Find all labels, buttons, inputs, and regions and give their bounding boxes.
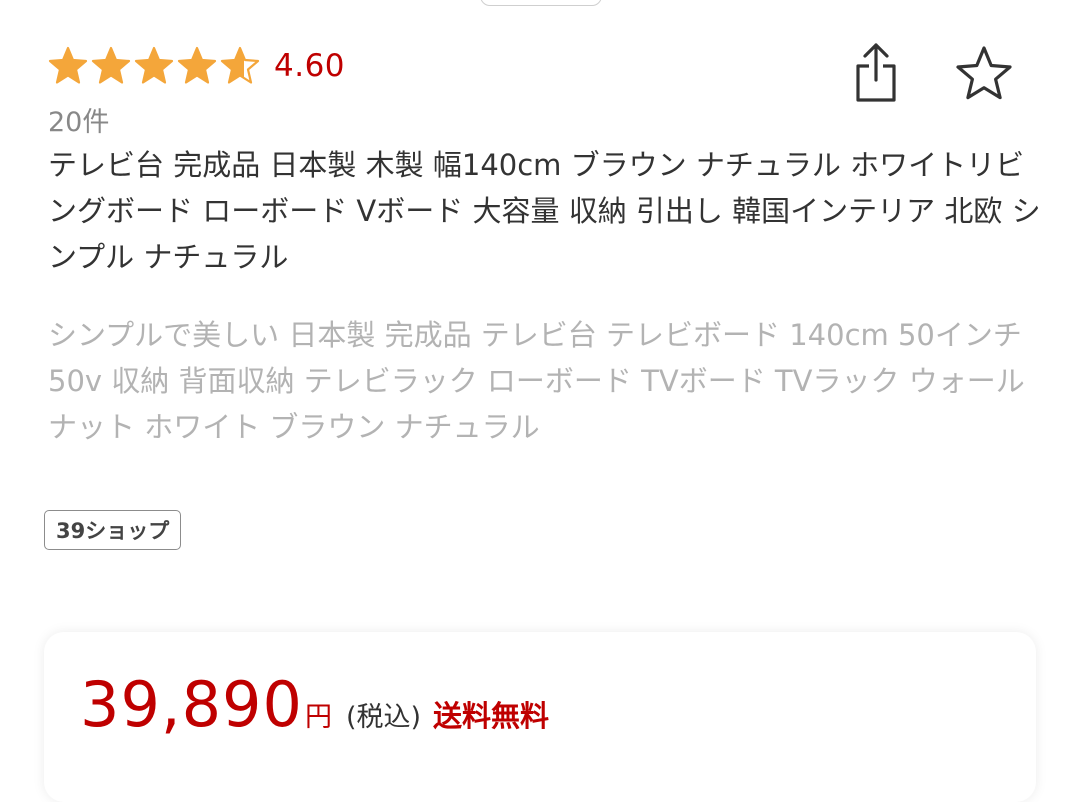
star-filled-icon [134, 46, 174, 84]
price-amount: 39,890 [80, 668, 303, 741]
sheet-handle[interactable] [480, 0, 602, 6]
shop-name-link[interactable]: 39ショップ [44, 510, 182, 550]
star-outline-icon [956, 46, 1012, 100]
free-shipping-label: 送料無料 [433, 699, 550, 733]
tax-note: (税込) [345, 702, 422, 733]
price-card: 39,890 円 (税込) 送料無料 [44, 632, 1036, 802]
product-catch-copy: シンプルで美しい 日本製 完成品 テレビ台 テレビボード 140cm 50インチ… [48, 318, 1025, 444]
star-filled-icon [91, 46, 131, 84]
rating-row: 4.60 [48, 44, 345, 88]
review-count-link[interactable]: 20件 [48, 100, 109, 139]
rating-value: 4.60 [274, 48, 346, 84]
rating-stars [48, 46, 260, 86]
product-title: テレビ台 完成品 日本製 木製 幅140cm ブラウン ナチュラル ホワイトリビ… [48, 148, 1041, 274]
share-icon [856, 43, 896, 102]
price-row: 39,890 円 (税込) 送料無料 [80, 670, 549, 740]
share-button[interactable] [846, 40, 906, 106]
action-icons [846, 40, 1014, 106]
star-filled-icon [177, 46, 217, 84]
star-half-icon [220, 46, 260, 84]
price-unit: 円 [304, 702, 332, 733]
favorite-button[interactable] [954, 40, 1014, 106]
star-filled-icon [48, 46, 88, 84]
